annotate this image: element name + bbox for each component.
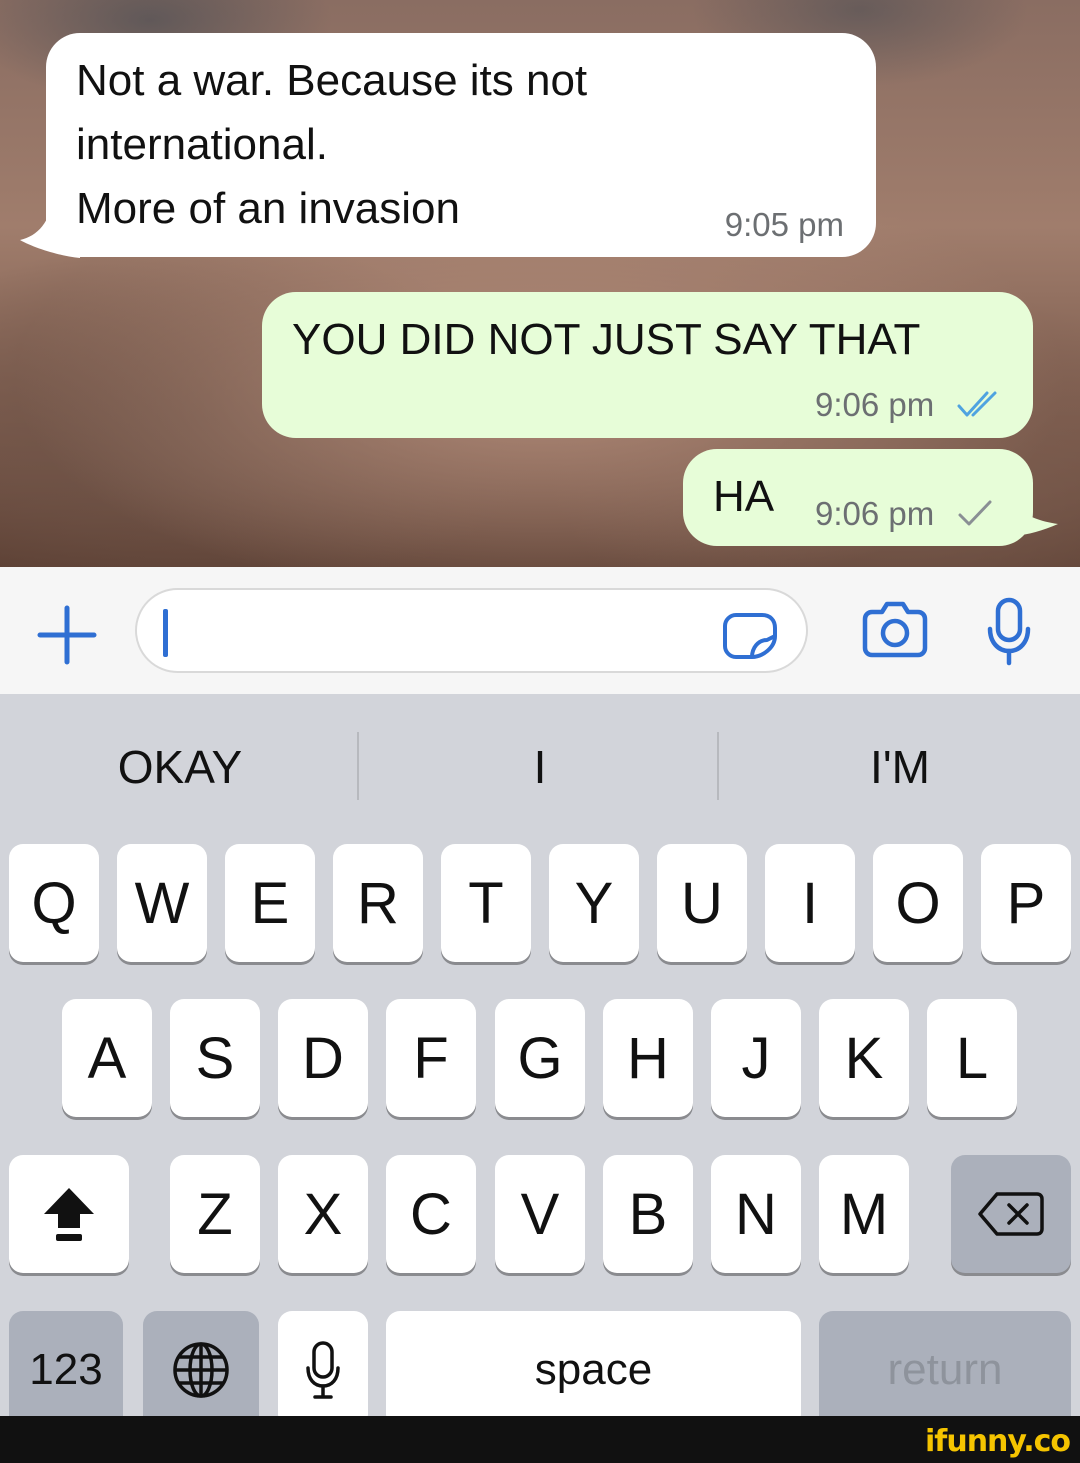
key-m[interactable]: M [819, 1155, 909, 1273]
message-timestamp: 9:05 pm [724, 206, 844, 243]
key-w[interactable]: W [117, 844, 207, 962]
globe-key[interactable] [143, 1311, 259, 1429]
single-tick-sent-icon [958, 500, 992, 526]
key-a[interactable]: A [62, 999, 152, 1117]
suggestion-item[interactable]: I [360, 740, 720, 794]
key-h[interactable]: H [603, 999, 693, 1117]
shift-icon [44, 1188, 94, 1241]
key-k[interactable]: K [819, 999, 909, 1117]
outgoing-message-bubble[interactable]: HA 9:06 pm [683, 449, 1033, 546]
message-text: HA [713, 472, 775, 521]
chat-area: Not a war. Because its not international… [0, 0, 1080, 567]
microphone-icon [306, 1341, 340, 1399]
keyboard: OKAY I I'M Q W E R T Y U I O P A S D F G… [0, 694, 1080, 1429]
key-l[interactable]: L [927, 999, 1017, 1117]
message-timestamp: 9:06 pm [815, 386, 935, 423]
sticker-icon[interactable] [722, 612, 778, 660]
message-input[interactable] [135, 588, 808, 673]
key-b[interactable]: B [603, 1155, 693, 1273]
dictation-key[interactable] [278, 1311, 368, 1429]
key-s[interactable]: S [170, 999, 260, 1117]
outgoing-message-bubble[interactable]: YOU DID NOT JUST SAY THAT 9:06 pm [262, 292, 1033, 438]
numbers-key[interactable]: 123 [9, 1311, 123, 1429]
shift-key[interactable] [9, 1155, 129, 1273]
suggestion-bar: OKAY I I'M [0, 694, 1080, 840]
backspace-icon [978, 1192, 1044, 1236]
key-u[interactable]: U [657, 844, 747, 962]
key-x[interactable]: X [278, 1155, 368, 1273]
key-r[interactable]: R [333, 844, 423, 962]
key-q[interactable]: Q [9, 844, 99, 962]
return-key[interactable]: return [819, 1311, 1071, 1429]
plus-icon[interactable] [36, 604, 98, 666]
key-i[interactable]: I [765, 844, 855, 962]
key-o[interactable]: O [873, 844, 963, 962]
key-j[interactable]: J [711, 999, 801, 1117]
message-text: YOU DID NOT JUST SAY THAT [292, 315, 921, 364]
key-f[interactable]: F [386, 999, 476, 1117]
key-t[interactable]: T [441, 844, 531, 962]
backspace-key[interactable] [951, 1155, 1071, 1273]
message-timestamp: 9:06 pm [815, 495, 935, 532]
key-z[interactable]: Z [170, 1155, 260, 1273]
suggestion-divider [717, 732, 719, 800]
watermark-logo: ifunny.co [925, 1424, 1071, 1459]
text-caret [163, 609, 168, 657]
key-d[interactable]: D [278, 999, 368, 1117]
incoming-message-bubble[interactable]: Not a war. Because its not international… [46, 33, 876, 257]
bottom-strip: ifunny.co [0, 1416, 1080, 1463]
message-text: Not a war. Because its not international… [76, 56, 588, 233]
key-n[interactable]: N [711, 1155, 801, 1273]
key-g[interactable]: G [495, 999, 585, 1117]
microphone-icon[interactable] [986, 597, 1032, 667]
camera-icon[interactable] [862, 600, 928, 658]
key-v[interactable]: V [495, 1155, 585, 1273]
suggestion-item[interactable]: OKAY [0, 740, 360, 794]
double-tick-read-icon [957, 391, 997, 417]
space-key[interactable]: space [386, 1311, 801, 1429]
key-p[interactable]: P [981, 844, 1071, 962]
globe-icon [173, 1342, 229, 1398]
key-y[interactable]: Y [549, 844, 639, 962]
key-e[interactable]: E [225, 844, 315, 962]
suggestion-item[interactable]: I'M [720, 740, 1080, 794]
suggestion-divider [357, 732, 359, 800]
message-input-bar [0, 567, 1080, 694]
key-c[interactable]: C [386, 1155, 476, 1273]
